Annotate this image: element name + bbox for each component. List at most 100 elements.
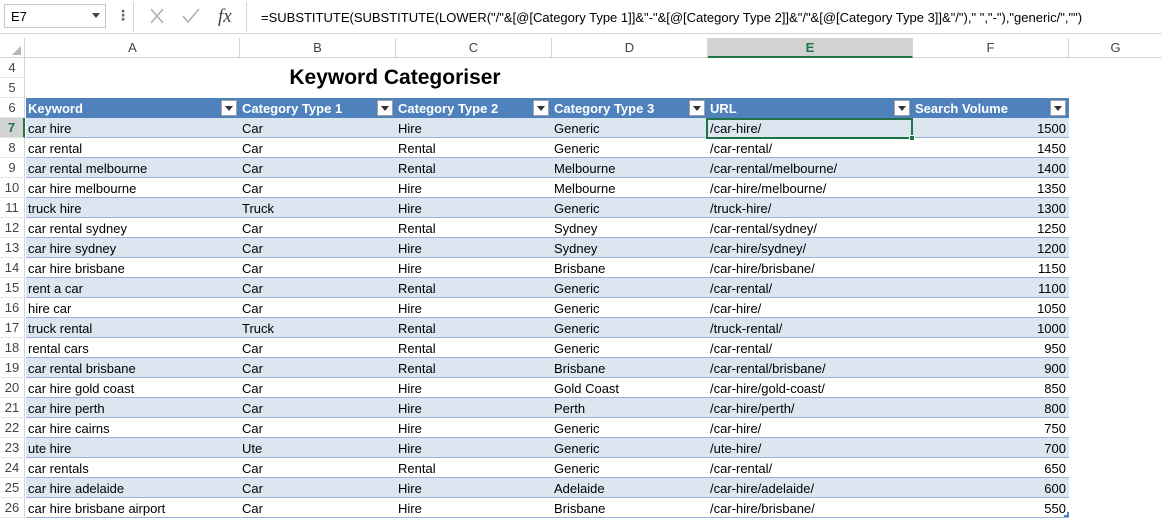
table-cell[interactable]: Hire [396,418,552,438]
row-header[interactable]: 14 [0,258,25,278]
table-cell[interactable]: /truck-rental/ [708,318,913,338]
table-cell[interactable]: 1150 [913,258,1069,278]
table-cell[interactable]: 650 [913,458,1069,478]
table-cell[interactable]: 600 [913,478,1069,498]
table-cell[interactable]: 750 [913,418,1069,438]
row-header[interactable]: 7 [0,118,25,138]
table-cell[interactable]: Rental [396,158,552,178]
row-header[interactable]: 24 [0,458,25,478]
table-cell[interactable]: 1250 [913,218,1069,238]
table-cell[interactable]: 850 [913,378,1069,398]
table-cell[interactable]: Car [240,258,396,278]
table-cell[interactable]: car hire sydney [26,238,240,258]
table-cell[interactable]: 550 [913,498,1069,518]
table-cell[interactable]: 900 [913,358,1069,378]
table-cell[interactable]: Car [240,278,396,298]
table-cell[interactable]: Hire [396,498,552,518]
table-cell[interactable]: Ute [240,438,396,458]
table-cell[interactable]: Car [240,418,396,438]
table-cell[interactable]: Generic [552,458,708,478]
row-header[interactable]: 25 [0,478,25,498]
filter-dropdown-icon[interactable] [689,100,705,116]
table-cell[interactable]: 1400 [913,158,1069,178]
table-cell[interactable]: Truck [240,198,396,218]
table-cell[interactable]: Perth [552,398,708,418]
table-cell[interactable]: car hire perth [26,398,240,418]
table-cell[interactable]: Hire [396,198,552,218]
row-header[interactable]: 8 [0,138,25,158]
table-cell[interactable]: Generic [552,418,708,438]
table-cell[interactable]: Car [240,458,396,478]
table-cell[interactable]: car hire adelaide [26,478,240,498]
table-cell[interactable]: Hire [396,238,552,258]
column-header-c[interactable]: C [396,38,552,58]
table-cell[interactable]: Rental [396,318,552,338]
table-cell[interactable]: /ute-hire/ [708,438,913,458]
table-cell[interactable]: Hire [396,298,552,318]
table-cell[interactable]: /car-rental/brisbane/ [708,358,913,378]
table-cell[interactable]: car hire cairns [26,418,240,438]
row-header[interactable]: 9 [0,158,25,178]
table-cell[interactable]: Adelaide [552,478,708,498]
table-cell[interactable]: Melbourne [552,178,708,198]
table-cell[interactable]: Truck [240,318,396,338]
row-header[interactable]: 12 [0,218,25,238]
table-cell[interactable]: rent a car [26,278,240,298]
table-cell[interactable]: Car [240,178,396,198]
table-cell[interactable]: /car-rental/sydney/ [708,218,913,238]
table-cell[interactable]: Sydney [552,218,708,238]
row-header[interactable]: 20 [0,378,25,398]
table-cell[interactable]: car hire melbourne [26,178,240,198]
table-cell[interactable]: /car-hire/ [708,298,913,318]
table-cell[interactable]: car rental sydney [26,218,240,238]
table-cell[interactable]: Car [240,138,396,158]
row-header[interactable]: 5 [0,78,25,98]
row-header[interactable]: 17 [0,318,25,338]
table-cell[interactable]: ute hire [26,438,240,458]
name-box-dropdown-icon[interactable] [92,13,100,18]
table-cell[interactable]: Generic [552,318,708,338]
table-cell[interactable]: Hire [396,398,552,418]
table-cell[interactable]: 950 [913,338,1069,358]
select-all-button[interactable] [0,38,25,58]
table-cell[interactable]: Car [240,298,396,318]
table-cell[interactable]: Brisbane [552,358,708,378]
insert-function-icon[interactable]: fx [214,4,240,28]
table-cell[interactable]: 1050 [913,298,1069,318]
table-cell[interactable]: hire car [26,298,240,318]
table-cell[interactable]: Generic [552,198,708,218]
filter-dropdown-icon[interactable] [221,100,237,116]
column-header-e[interactable]: E [708,38,913,58]
row-header[interactable]: 6 [0,98,25,118]
row-header[interactable]: 15 [0,278,25,298]
table-cell[interactable]: Generic [552,278,708,298]
table-cell[interactable]: car hire brisbane [26,258,240,278]
table-cell[interactable]: /car-rental/ [708,278,913,298]
table-cell[interactable]: 1000 [913,318,1069,338]
table-cell[interactable]: Generic [552,438,708,458]
table-cell[interactable]: Car [240,338,396,358]
table-cell[interactable]: rental cars [26,338,240,358]
table-cell[interactable]: /car-rental/ [708,338,913,358]
column-header-g[interactable]: G [1069,38,1162,58]
more-options-icon[interactable]: ⋮ [116,7,130,24]
table-cell[interactable]: car hire brisbane airport [26,498,240,518]
filter-dropdown-icon[interactable] [894,100,910,116]
table-cell[interactable]: Hire [396,378,552,398]
table-cell[interactable]: car hire gold coast [26,378,240,398]
fill-handle[interactable] [909,135,915,141]
enter-icon[interactable] [178,4,204,28]
table-cell[interactable]: Brisbane [552,258,708,278]
row-header[interactable]: 13 [0,238,25,258]
table-cell[interactable]: 1350 [913,178,1069,198]
table-cell[interactable]: Hire [396,118,552,138]
table-cell[interactable]: Brisbane [552,498,708,518]
table-cell[interactable]: car rentals [26,458,240,478]
cancel-icon[interactable] [144,4,170,28]
row-header[interactable]: 4 [0,58,25,78]
row-header[interactable]: 22 [0,418,25,438]
formula-input[interactable]: =SUBSTITUTE(SUBSTITUTE(LOWER("/"&[@[Cate… [246,2,1162,32]
active-cell-selection[interactable] [706,118,915,141]
table-cell[interactable]: /car-hire/sydney/ [708,238,913,258]
filter-dropdown-icon[interactable] [1050,100,1066,116]
